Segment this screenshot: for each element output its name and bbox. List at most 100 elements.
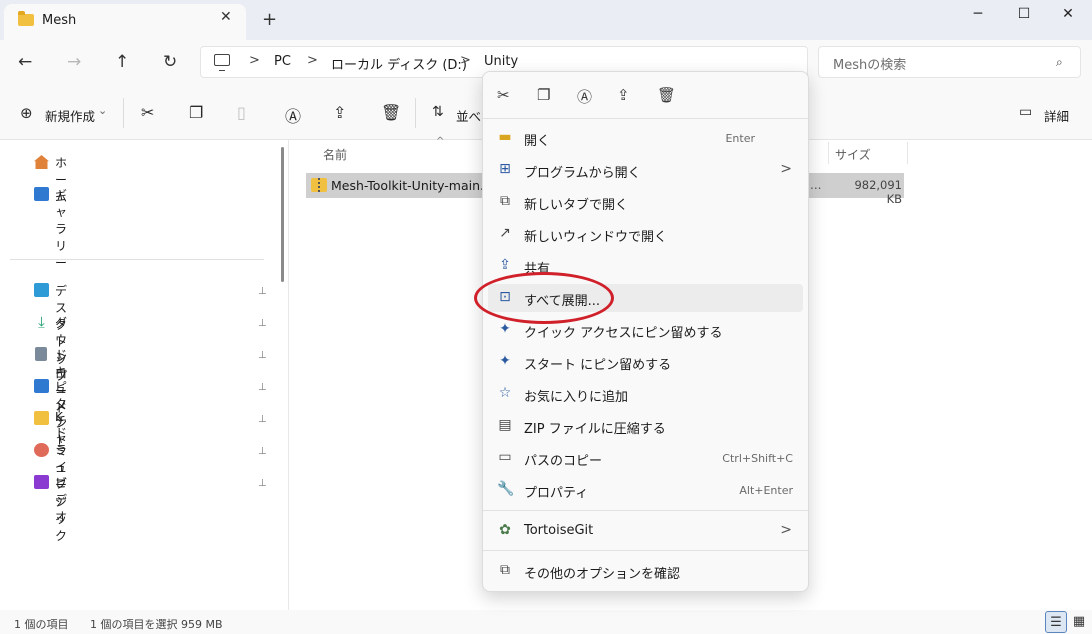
tab-close-icon[interactable]: ✕ (220, 9, 232, 25)
tortoise-icon: ✿ (499, 522, 511, 538)
chevron-right-icon: > (780, 161, 792, 177)
pin-icon[interactable]: ⊥ (258, 478, 267, 489)
menu-item-compress-zip[interactable]: ▤ ZIP ファイルに圧縮する (488, 412, 803, 440)
menu-shortcut: Alt+Enter (739, 484, 793, 497)
file-size: 982,091 KB (854, 178, 902, 206)
add-circle-icon[interactable]: ⊕ (20, 104, 33, 122)
copy-icon[interactable]: ❐ (537, 86, 550, 104)
menu-item-copy-path[interactable]: ▭ パスのコピー Ctrl+Shift+C (488, 444, 803, 472)
rename-icon[interactable]: Ⓐ (285, 103, 301, 127)
paste-icon[interactable]: ▯ (237, 103, 246, 122)
search-input[interactable]: Meshの検索 (833, 54, 906, 73)
computer-icon (214, 54, 230, 71)
selection-info: 1 個の項目を選択 959 MB (90, 618, 223, 631)
refresh-button[interactable]: ↻ (163, 52, 177, 72)
pin-icon[interactable]: ⊥ (258, 286, 267, 297)
menu-item-label: 新しいウィンドウで開く (524, 230, 668, 245)
tiles-view-icon[interactable]: ▦ (1068, 611, 1090, 633)
pin-icon[interactable]: ⊥ (258, 318, 267, 329)
menu-item-label: お気に入りに追加 (524, 390, 629, 405)
column-header-size[interactable]: サイズ (835, 146, 871, 163)
file-date: ... (810, 178, 822, 192)
new-tab-button[interactable]: + (262, 9, 277, 30)
new-window-icon: ↗ (499, 225, 511, 241)
menu-item-more-options[interactable]: ⧉ その他のオプションを確認 (488, 557, 803, 585)
menu-item-label: パスのコピー (524, 454, 603, 469)
copy-icon[interactable]: ❐ (189, 103, 203, 122)
menu-item-open-with[interactable]: ⊞ プログラムから開く > (488, 156, 803, 184)
toolbar-divider (123, 98, 124, 128)
search-icon: ⌕ (1056, 55, 1063, 69)
pin-icon[interactable]: ⊥ (258, 350, 267, 361)
back-button[interactable]: ← (18, 52, 32, 72)
menu-item-add-favorites[interactable]: ☆ お気に入りに追加 (488, 380, 803, 408)
pane-divider[interactable] (288, 140, 289, 610)
close-button[interactable]: ✕ (1046, 4, 1090, 28)
sort-icon[interactable]: ⇅ (432, 104, 444, 120)
item-count: 1 個の項目 (14, 618, 69, 631)
tab-mesh[interactable] (4, 4, 246, 40)
breadcrumb-separator: > (307, 53, 318, 68)
minimize-button[interactable]: ─ (956, 4, 1000, 28)
folder-icon: ▬ (498, 129, 512, 145)
breadcrumb-pc[interactable]: PC (274, 54, 291, 69)
up-button[interactable]: ↑ (115, 52, 129, 72)
delete-icon[interactable]: 🗑 (657, 86, 676, 104)
details-pane-icon[interactable]: ▭ (1019, 104, 1032, 120)
highlight-circle (474, 272, 614, 324)
menu-item-open-new-tab[interactable]: ⧉ 新しいタブで開く (488, 188, 803, 216)
menu-shortcut: Enter (725, 132, 755, 145)
music-icon (34, 443, 49, 457)
chevron-down-icon[interactable]: ⌄ (98, 104, 107, 117)
pin-icon[interactable]: ⊥ (258, 414, 267, 425)
breadcrumb-unity[interactable]: Unity (484, 54, 518, 69)
forward-button[interactable]: → (67, 52, 81, 72)
cut-icon[interactable]: ✂ (141, 103, 154, 122)
column-header-name[interactable]: 名前 (323, 146, 347, 163)
file-name[interactable]: Mesh-Toolkit-Unity-main.zip (331, 178, 502, 193)
menu-item-properties[interactable]: 🔧 プロパティ Alt+Enter (488, 476, 803, 504)
desktop-icon (34, 283, 49, 297)
toolbar-divider (415, 98, 416, 128)
pin-icon[interactable]: ⊥ (258, 446, 267, 457)
breadcrumb-separator: > (460, 53, 471, 68)
sidebar-scrollbar[interactable] (281, 147, 284, 282)
column-divider[interactable] (828, 142, 829, 164)
cut-icon[interactable]: ✂ (497, 86, 510, 104)
rename-icon[interactable]: Ⓐ (577, 86, 592, 107)
menu-shortcut: Ctrl+Shift+C (722, 452, 793, 465)
menu-item-label: プログラムから開く (524, 166, 641, 181)
menu-item-label: 新しいタブで開く (524, 198, 629, 213)
path-icon: ▭ (498, 449, 512, 465)
star-icon: ☆ (498, 385, 512, 401)
sort-button[interactable]: 並べ (456, 106, 481, 125)
menu-item-open[interactable]: ▬ 開く Enter (488, 124, 803, 152)
details-view-icon[interactable]: ☰ (1045, 611, 1067, 633)
menu-item-label: TortoiseGit (524, 523, 594, 538)
wrench-icon: 🔧 (497, 481, 515, 497)
menu-item-open-new-window[interactable]: ↗ 新しいウィンドウで開く (488, 220, 803, 248)
delete-icon[interactable]: 🗑 (381, 103, 401, 122)
menu-item-label: クイック アクセスにピン留めする (524, 326, 723, 341)
maximize-button[interactable]: ☐ (1002, 4, 1046, 28)
document-icon (35, 347, 47, 361)
share-icon[interactable]: ⇪ (333, 103, 346, 122)
menu-item-pin-start[interactable]: ✦ スタート にピン留めする (488, 348, 803, 376)
pin-icon: ✦ (499, 353, 511, 369)
details-button[interactable]: 詳細 (1044, 106, 1069, 125)
menu-separator (483, 550, 808, 551)
menu-item-label: プロパティ (524, 486, 589, 501)
folder-icon (18, 11, 34, 26)
new-button[interactable]: 新規作成 (45, 106, 95, 125)
new-tab-icon: ⧉ (500, 193, 510, 209)
sidebar-item-label: ビデオ (55, 476, 68, 524)
breadcrumb-local-disk[interactable]: ローカル ディスク (D:) (331, 54, 467, 73)
sort-ascending-icon: ^ (436, 136, 445, 147)
share-icon[interactable]: ⇪ (617, 86, 630, 104)
column-divider[interactable] (907, 142, 908, 164)
pin-icon[interactable]: ⊥ (258, 382, 267, 393)
pin-icon: ✦ (499, 321, 511, 337)
gallery-icon (34, 187, 49, 201)
menu-item-tortoisegit[interactable]: ✿ TortoiseGit > (488, 517, 803, 545)
pictures-icon (34, 379, 49, 393)
